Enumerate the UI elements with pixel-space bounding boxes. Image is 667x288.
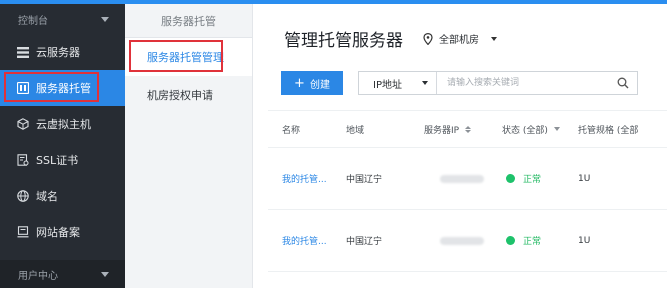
sub-nav-item-hosting-management[interactable]: 服务器托管管理 <box>125 38 252 76</box>
region-selector[interactable]: 全部机房 <box>423 31 497 46</box>
console-window: 控制台 云服务器 服务器托管 云虚拟主机 SSL证书 域名 网站备案 用户中心 … <box>0 0 667 288</box>
nav-item-label: 云虚拟主机 <box>36 118 91 131</box>
nav-section-label: 控制台 <box>18 15 48 27</box>
column-header-region: 地域 <box>346 125 365 136</box>
toolbar: + 创建 IP地址 <box>281 71 638 95</box>
sub-nav-item-room-authorization[interactable]: 机房授权申请 <box>125 76 252 114</box>
create-button-label: 创建 <box>309 79 330 91</box>
nav-section-label: 用户中心 <box>18 270 58 282</box>
nav-item-label: 域名 <box>36 190 58 203</box>
sub-nav-title: 服务器托管 <box>125 4 252 38</box>
highlight-box <box>4 72 99 102</box>
region-selector-value: 全部机房 <box>439 35 479 46</box>
location-pin-icon <box>423 32 433 45</box>
filter-dropdown-icon[interactable] <box>553 127 560 131</box>
page-header: 管理托管服务器 全部机房 <box>284 26 497 51</box>
table-header: 名称 地域 服务器IP 状态 (全部) 托管规格 (全部 <box>268 110 667 148</box>
cell-region: 中国辽宁 <box>346 237 383 247</box>
table-row: 我的托管... 中国辽宁 正常 1U <box>268 210 667 272</box>
column-header-ip-label: 服务器IP <box>424 125 460 136</box>
redacted-ip <box>440 174 484 183</box>
nav-item-cloud-server[interactable]: 云服务器 <box>0 34 125 70</box>
cell-status: 正常 <box>523 175 542 185</box>
server-name-link[interactable]: 我的托管... <box>282 175 327 185</box>
left-nav: 控制台 云服务器 服务器托管 云虚拟主机 SSL证书 域名 网站备案 用户中心 <box>0 4 125 288</box>
redacted-ip <box>440 236 484 245</box>
nav-item-label: 网站备案 <box>36 226 80 239</box>
sub-nav: 服务器托管 服务器托管管理 机房授权申请 <box>125 4 253 288</box>
certificate-icon <box>16 153 30 167</box>
create-button[interactable]: + 创建 <box>281 71 343 95</box>
cell-status: 正常 <box>523 237 542 247</box>
chevron-down-icon <box>101 16 109 22</box>
cell-spec: 1U <box>578 173 591 184</box>
nav-item-label: 云服务器 <box>36 46 80 59</box>
nav-item-server-hosting[interactable]: 服务器托管 <box>0 70 125 106</box>
sort-icon[interactable] <box>465 125 472 133</box>
nav-section-console[interactable]: 控制台 <box>0 4 125 34</box>
nav-item-virtual-host[interactable]: 云虚拟主机 <box>0 106 125 142</box>
filter-field-select[interactable]: IP地址 <box>359 72 437 94</box>
server-table: 名称 地域 服务器IP 状态 (全部) 托管规格 (全部 我的托管... 中国辽… <box>268 110 667 272</box>
record-icon <box>16 225 30 239</box>
cube-icon <box>16 117 30 131</box>
search-icon[interactable] <box>609 72 637 94</box>
nav-item-label: SSL证书 <box>36 154 79 167</box>
column-header-name: 名称 <box>282 125 301 136</box>
chevron-down-icon <box>101 271 109 277</box>
cell-spec: 1U <box>578 235 591 246</box>
column-header-status-label: 状态 (全部) <box>502 125 548 136</box>
search-input[interactable] <box>437 72 609 94</box>
nav-item-ssl[interactable]: SSL证书 <box>0 142 125 178</box>
filter-field-value: IP地址 <box>373 79 402 91</box>
column-header-ip[interactable]: 服务器IP <box>424 123 502 136</box>
column-header-status[interactable]: 状态 (全部) <box>502 123 578 136</box>
status-dot-icon <box>506 174 515 183</box>
column-header-spec[interactable]: 托管规格 (全部 <box>578 123 667 136</box>
status-dot-icon <box>506 236 515 245</box>
cell-region: 中国辽宁 <box>346 175 383 185</box>
plus-icon: + <box>294 75 305 91</box>
sub-nav-item-label: 机房授权申请 <box>147 89 213 102</box>
highlight-box <box>129 40 223 72</box>
main-content: 管理托管服务器 全部机房 + 创建 IP地址 请输入搜索关键词 名称 地域 服务… <box>254 4 667 288</box>
nav-item-domain[interactable]: 域名 <box>0 178 125 214</box>
page-title: 管理托管服务器 <box>284 31 403 51</box>
chevron-down-icon <box>422 81 428 85</box>
table-row: 我的托管... 中国辽宁 正常 1U <box>268 148 667 210</box>
nav-section-user-center[interactable]: 用户中心 <box>0 260 125 288</box>
chevron-down-icon <box>491 36 497 41</box>
search-filter: IP地址 <box>358 71 638 95</box>
server-name-link[interactable]: 我的托管... <box>282 237 327 247</box>
server-list-icon <box>16 45 30 59</box>
nav-item-icp-record[interactable]: 网站备案 <box>0 214 125 250</box>
globe-icon <box>16 189 30 203</box>
